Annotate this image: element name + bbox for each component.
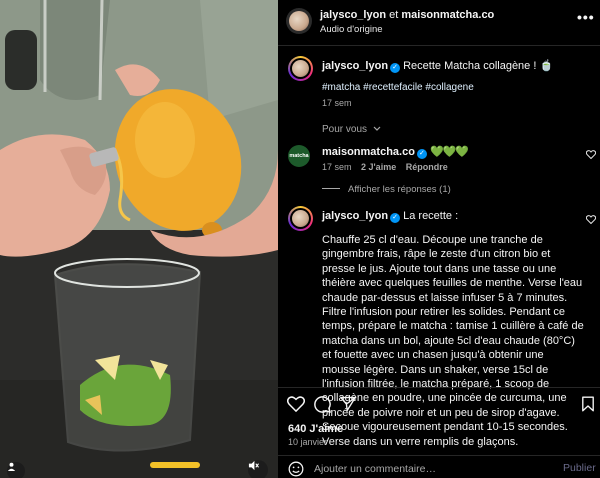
verified-icon: ✓ bbox=[416, 149, 427, 159]
comments-scrollbar[interactable] bbox=[596, 46, 599, 386]
comment1-meta: 17 sem 2 J'aime Répondre bbox=[322, 162, 455, 172]
comment1-reply-button[interactable]: Répondre bbox=[406, 162, 448, 172]
heart-icon[interactable] bbox=[285, 393, 307, 415]
comment2-avatar[interactable] bbox=[288, 206, 313, 231]
more-horizontal-icon[interactable]: ••• bbox=[577, 9, 595, 25]
header-audio[interactable]: Audio d'origine bbox=[320, 24, 383, 35]
post-header: jalysco_lyon et maisonmatcha.co Audio d'… bbox=[278, 0, 600, 46]
chevron-down-icon bbox=[373, 124, 381, 135]
comment-composer: Publier bbox=[278, 456, 600, 478]
mute-icon[interactable] bbox=[248, 460, 268, 478]
share-icon[interactable] bbox=[337, 393, 359, 415]
comment2-username[interactable]: jalysco_lyon bbox=[322, 210, 388, 222]
action-bar bbox=[278, 393, 600, 417]
post-video-frame bbox=[0, 0, 278, 478]
comment1-line: maisonmatcha.co ✓ 💚💚💚 bbox=[322, 145, 469, 159]
verified-icon: ✓ bbox=[390, 63, 401, 73]
caption-text: Recette Matcha collagène ! 🍵 bbox=[403, 60, 554, 72]
caption-avatar[interactable] bbox=[288, 56, 313, 81]
pour-vous-label: Pour vous bbox=[322, 124, 368, 135]
comment2-heart-icon[interactable] bbox=[585, 215, 597, 227]
header-joiner: et bbox=[389, 9, 399, 21]
post-side-panel: jalysco_lyon et maisonmatcha.co Audio d'… bbox=[278, 0, 600, 478]
caption-time: 17 sem bbox=[322, 98, 352, 108]
header-user2[interactable]: maisonmatcha.co bbox=[401, 9, 494, 21]
likes-count[interactable]: 640 J'aime bbox=[288, 423, 343, 435]
emoji-icon[interactable] bbox=[288, 461, 304, 477]
bookmark-icon[interactable] bbox=[577, 393, 599, 415]
show-replies-button[interactable]: Afficher les réponses (1) bbox=[322, 184, 451, 195]
comment-icon[interactable] bbox=[311, 393, 333, 415]
header-avatar[interactable] bbox=[286, 8, 312, 34]
comment-input[interactable] bbox=[314, 460, 544, 478]
show-replies-label: Afficher les réponses (1) bbox=[348, 184, 451, 195]
pour-vous-filter[interactable]: Pour vous bbox=[322, 124, 381, 135]
comment1-text: 💚💚💚 bbox=[429, 146, 469, 158]
header-title: jalysco_lyon et maisonmatcha.co bbox=[320, 9, 494, 21]
caption-hashtags[interactable]: #matcha #recettefacile #collagene bbox=[322, 82, 474, 93]
comment2-title: La recette : bbox=[403, 210, 459, 222]
caption-username[interactable]: jalysco_lyon bbox=[322, 60, 388, 72]
user-tag-icon[interactable] bbox=[7, 462, 25, 478]
replies-dash bbox=[322, 188, 340, 189]
comment1-username[interactable]: maisonmatcha.co bbox=[322, 146, 415, 158]
comment1-likes[interactable]: 2 J'aime bbox=[361, 162, 396, 172]
post-date: 10 janvier bbox=[288, 437, 328, 447]
caption-line: jalysco_lyon ✓ Recette Matcha collagène !… bbox=[322, 59, 592, 73]
publish-button[interactable]: Publier bbox=[563, 462, 596, 474]
verified-icon: ✓ bbox=[390, 213, 401, 223]
comment1-avatar[interactable]: matcha bbox=[288, 145, 310, 167]
post-media[interactable] bbox=[0, 0, 278, 478]
header-user1[interactable]: jalysco_lyon bbox=[320, 9, 386, 21]
comment1-heart-icon[interactable] bbox=[585, 150, 597, 162]
comment1-time: 17 sem bbox=[322, 162, 352, 172]
divider bbox=[278, 387, 600, 388]
comment2-line: jalysco_lyon ✓ La recette : bbox=[322, 209, 458, 223]
